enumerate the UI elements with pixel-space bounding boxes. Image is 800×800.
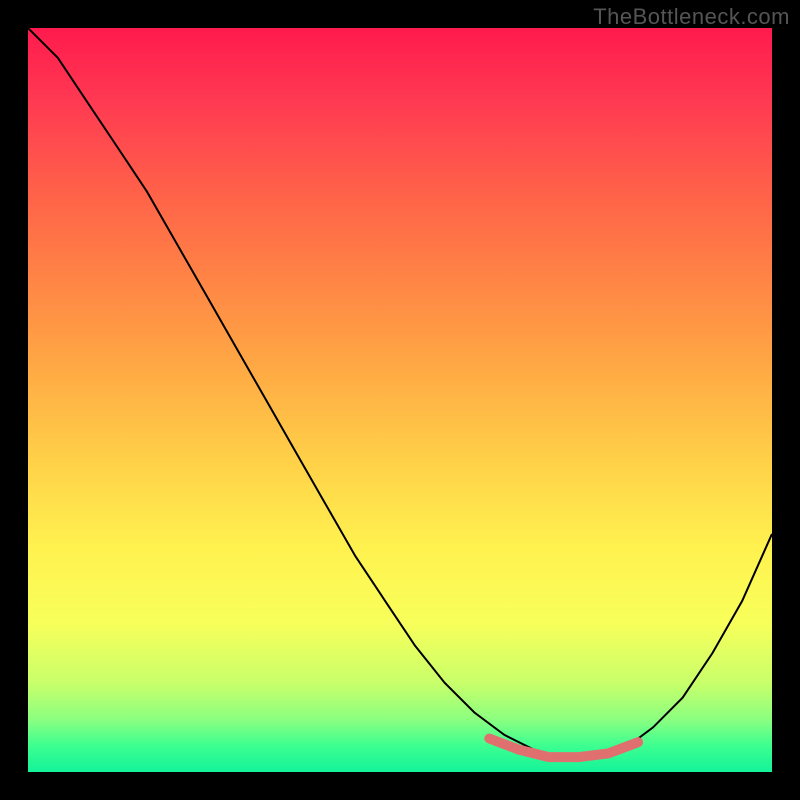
chart-area [28,28,772,772]
watermark-text: TheBottleneck.com [593,4,790,30]
optimal-range-overlay [489,739,638,758]
bottleneck-chart-svg [28,28,772,772]
bottleneck-curve-line [28,28,772,757]
